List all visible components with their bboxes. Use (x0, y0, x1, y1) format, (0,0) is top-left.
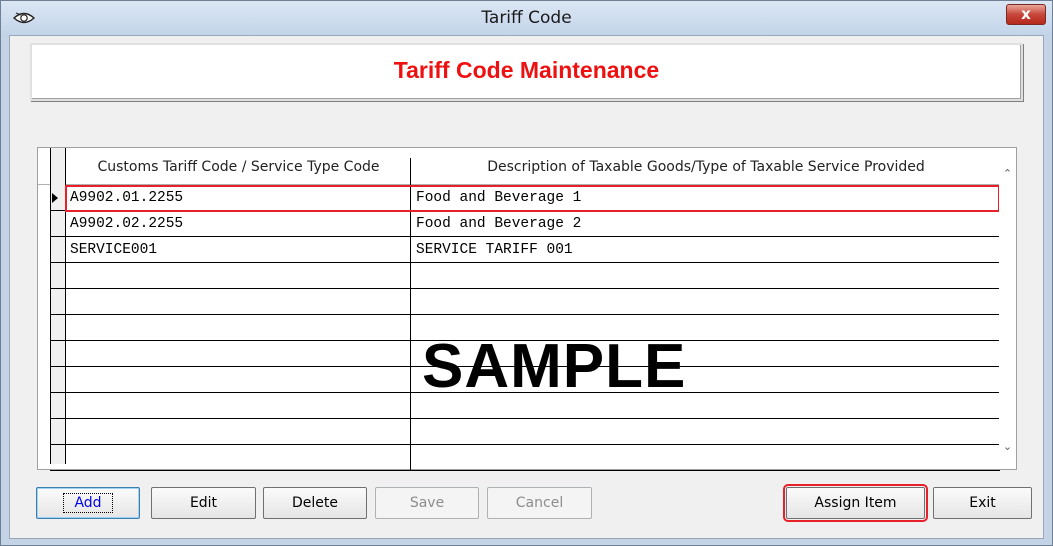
row-header-separator (50, 340, 66, 341)
table-row[interactable] (66, 289, 1000, 315)
cell-description[interactable] (412, 445, 1000, 471)
cell-code[interactable] (66, 315, 411, 341)
cell-description[interactable] (412, 289, 1000, 315)
save-button[interactable]: Save (375, 487, 479, 519)
table-row[interactable] (66, 445, 1000, 471)
chevron-down-icon[interactable]: ⌄ (999, 438, 1016, 455)
cell-code[interactable] (66, 341, 411, 367)
row-header-separator (50, 392, 66, 393)
row-header-separator (50, 366, 66, 367)
tariff-code-grid[interactable]: Customs Tariff Code / Service Type Code … (37, 147, 1017, 471)
exit-button[interactable]: Exit (933, 487, 1032, 519)
cell-description[interactable] (412, 263, 1000, 289)
row-header-separator (50, 236, 66, 237)
delete-button[interactable]: Delete (263, 487, 367, 519)
row-header-separator (50, 288, 66, 289)
cell-code[interactable] (66, 445, 411, 471)
cell-code[interactable]: A9902.02.2255 (66, 211, 411, 237)
table-row[interactable] (66, 419, 1000, 445)
row-header-separator (50, 470, 66, 471)
cell-description[interactable]: Food and Beverage 2 (412, 211, 1000, 237)
close-icon: x (1021, 5, 1031, 23)
triangle-right-icon (52, 193, 58, 203)
table-row[interactable] (66, 263, 1000, 289)
cell-code[interactable]: SERVICE001 (66, 237, 411, 263)
selected-row-highlight (65, 185, 1000, 212)
tariff-code-window: Tariff Code x Tariff Code Maintenance Cu… (0, 0, 1053, 546)
cell-description[interactable]: SERVICE TARIFF 001 (412, 237, 1000, 263)
cell-code[interactable] (66, 367, 411, 393)
row-header-separator (50, 210, 66, 211)
cancel-button[interactable]: Cancel (487, 487, 592, 519)
title-bar: Tariff Code x (1, 1, 1052, 35)
column-header-code[interactable]: Customs Tariff Code / Service Type Code (66, 156, 411, 178)
assign-item-button[interactable]: Assign Item (783, 484, 928, 522)
close-button[interactable]: x (1006, 4, 1046, 25)
sample-watermark: SAMPLE (422, 332, 687, 401)
table-row[interactable]: SERVICE001 SERVICE TARIFF 001 (66, 237, 1000, 263)
add-button-label: Add (63, 493, 113, 513)
cell-code[interactable] (66, 393, 411, 419)
cell-code[interactable] (66, 289, 411, 315)
header-panel: Tariff Code Maintenance (30, 43, 1023, 101)
window-title: Tariff Code (481, 8, 572, 28)
row-header-separator (50, 418, 66, 419)
chevron-up-icon[interactable]: ⌃ (999, 165, 1016, 182)
table-row[interactable]: A9902.02.2255 Food and Beverage 2 (66, 211, 1000, 237)
column-header-description[interactable]: Description of Taxable Goods/Type of Tax… (412, 156, 1000, 178)
row-header-separator (50, 262, 66, 263)
vertical-scrollbar[interactable]: ⌃ ⌄ (999, 148, 1016, 469)
row-header-separator (50, 444, 66, 445)
cell-code[interactable] (66, 419, 411, 445)
cell-code[interactable] (66, 263, 411, 289)
grid-header: Customs Tariff Code / Service Type Code … (38, 148, 1000, 185)
row-header-separator (50, 314, 66, 315)
page-title: Tariff Code Maintenance (393, 57, 660, 83)
cell-description[interactable] (412, 419, 1000, 445)
edit-button[interactable]: Edit (151, 487, 256, 519)
add-button[interactable]: Add (36, 487, 140, 519)
